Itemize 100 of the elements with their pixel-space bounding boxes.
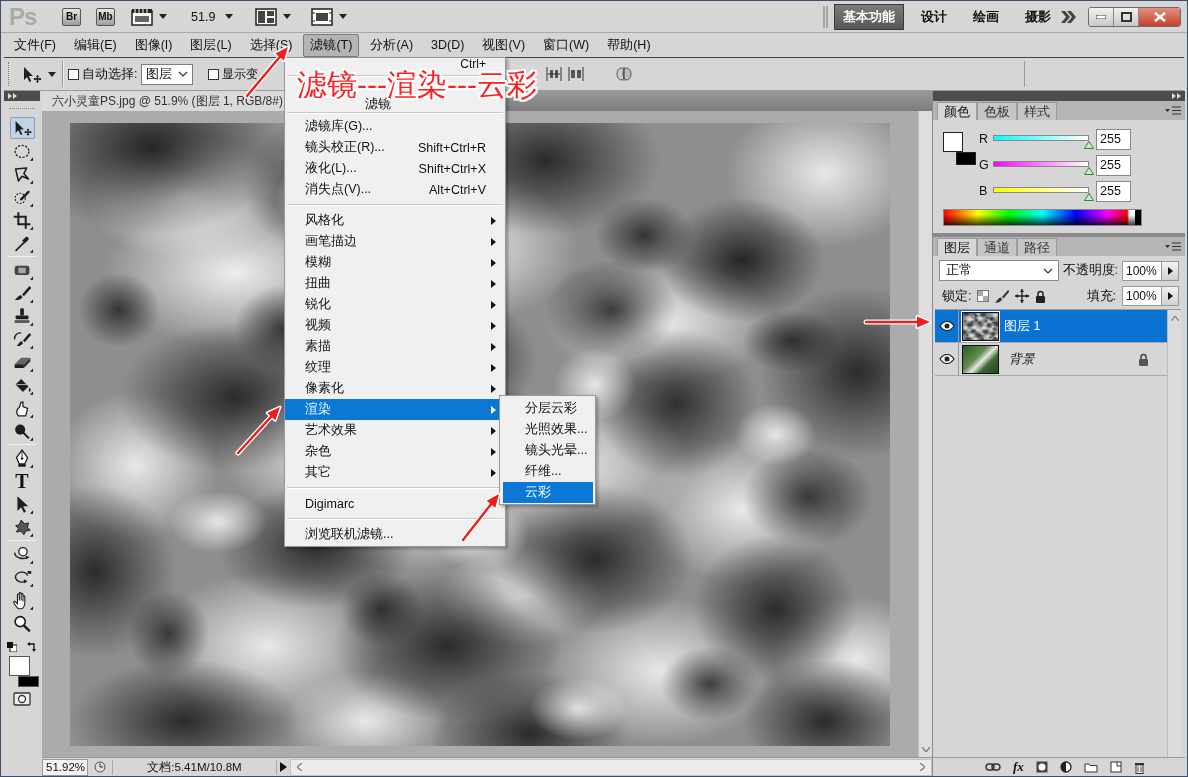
fill-field[interactable]: 100% bbox=[1122, 286, 1162, 306]
vertical-scrollbar[interactable] bbox=[1167, 310, 1181, 757]
move-icon[interactable] bbox=[21, 65, 43, 83]
double-chevron-icon[interactable] bbox=[1060, 10, 1076, 23]
horizontal-scrollbar[interactable] bbox=[290, 758, 932, 776]
menu-item[interactable]: 分层云彩 bbox=[503, 398, 593, 419]
opacity-field[interactable]: 100% bbox=[1122, 260, 1162, 281]
menu-item[interactable]: 文件(F) bbox=[7, 33, 63, 57]
value-field[interactable]: 255 bbox=[1096, 128, 1131, 150]
align-icon[interactable] bbox=[546, 66, 563, 82]
layer-row[interactable]: 背景 bbox=[935, 343, 1167, 376]
panel-tab[interactable]: 通道 bbox=[977, 238, 1017, 256]
submenu-item[interactable]: 像素化 bbox=[285, 378, 505, 399]
menu-item[interactable]: 窗口(W) bbox=[536, 33, 597, 57]
value-field[interactable]: 255 bbox=[1096, 180, 1131, 202]
layer-row[interactable]: 图层 1 bbox=[935, 310, 1167, 343]
panel-tab[interactable]: 图层 bbox=[937, 238, 977, 256]
move-arrows-icon[interactable] bbox=[1015, 289, 1030, 303]
fill-slider-button[interactable] bbox=[1162, 286, 1179, 306]
menu-item[interactable]: 图像(I) bbox=[127, 33, 180, 57]
bridge-button[interactable]: Br bbox=[62, 7, 81, 26]
value-field[interactable]: 255 bbox=[1096, 154, 1131, 176]
menu-item[interactable]: 液化(L)... Shift+Ctrl+X bbox=[285, 158, 505, 179]
menu-item[interactable]: 编辑(E) bbox=[66, 33, 124, 57]
collapse-icon[interactable] bbox=[8, 93, 17, 99]
checkbox[interactable] bbox=[68, 68, 79, 80]
menu-item[interactable]: 浏览联机滤镜... bbox=[285, 524, 403, 545]
panel-tab[interactable]: 颜色 bbox=[937, 102, 977, 120]
caret-icon[interactable] bbox=[339, 14, 348, 19]
panel-tab[interactable]: 样式 bbox=[1017, 102, 1057, 120]
minimize-button[interactable] bbox=[1089, 7, 1114, 26]
menu-item[interactable]: 纤维... bbox=[503, 461, 593, 482]
background-swatch-icon[interactable] bbox=[956, 152, 976, 165]
type-tool[interactable]: T bbox=[9, 470, 35, 492]
mask-icon[interactable] bbox=[1035, 761, 1048, 773]
workspace-button[interactable]: 设计 bbox=[912, 3, 956, 30]
target-dropdown[interactable]: 图层 bbox=[141, 63, 194, 85]
link-icon[interactable] bbox=[985, 763, 1001, 771]
menu-item[interactable]: 滤镜(T) bbox=[303, 33, 360, 57]
effects-button[interactable]: fx bbox=[1013, 759, 1024, 775]
checkbox[interactable] bbox=[208, 68, 220, 80]
menu-item[interactable]: 滤镜库(G)... bbox=[285, 116, 382, 137]
opacity-slider-button[interactable] bbox=[1162, 260, 1179, 281]
workspace-button[interactable]: 摄影 bbox=[1016, 3, 1060, 30]
zoom-dropdown[interactable]: 51.9 bbox=[191, 9, 216, 24]
eye-icon[interactable] bbox=[938, 321, 955, 331]
submenu-item[interactable]: 扭曲 bbox=[285, 273, 505, 294]
new-page-icon[interactable] bbox=[1109, 761, 1122, 773]
menu-item[interactable]: 帮助(H) bbox=[600, 33, 658, 57]
submenu-item[interactable]: 纹理 bbox=[285, 357, 505, 378]
mini-bridge-button[interactable]: Mb bbox=[96, 7, 115, 26]
submenu-item[interactable]: 模糊 bbox=[285, 252, 505, 273]
padlock-icon[interactable] bbox=[1035, 289, 1047, 303]
layout-icon[interactable] bbox=[255, 7, 278, 26]
half-circle-icon[interactable] bbox=[1059, 761, 1072, 773]
menu-item[interactable]: 消失点(V)... Alt+Ctrl+V bbox=[285, 179, 505, 200]
menu-item[interactable]: Ctrl+ bbox=[460, 58, 486, 71]
vertical-scrollbar[interactable] bbox=[918, 111, 932, 757]
panel-tab[interactable]: 路径 bbox=[1017, 238, 1057, 256]
panel-tab[interactable]: 色板 bbox=[977, 102, 1017, 120]
slider-thumb[interactable] bbox=[1084, 167, 1094, 175]
move-icon[interactable] bbox=[9, 117, 35, 139]
auto-align-icon[interactable] bbox=[616, 66, 633, 82]
frame-icon[interactable] bbox=[311, 7, 334, 26]
quick-mask-icon[interactable] bbox=[13, 692, 31, 706]
menu-item[interactable]: Digimarc bbox=[285, 493, 364, 514]
menu-item[interactable]: 滤镜 bbox=[365, 98, 391, 111]
caret-icon[interactable] bbox=[225, 14, 234, 19]
submenu-item[interactable]: 视频 bbox=[285, 315, 505, 336]
submenu-item[interactable]: 风格化 bbox=[285, 210, 505, 231]
submenu-item[interactable]: 素描 bbox=[285, 336, 505, 357]
foreground-swatch-icon[interactable] bbox=[943, 132, 963, 152]
workspace-button[interactable]: 基本功能 bbox=[834, 3, 904, 30]
menu-item[interactable]: 镜头光晕... bbox=[503, 440, 593, 461]
background-swatch-icon[interactable] bbox=[18, 676, 39, 687]
triangle-right-icon[interactable] bbox=[280, 762, 287, 772]
panel-menu-icon[interactable] bbox=[1165, 106, 1181, 115]
foreground-swatch-icon[interactable] bbox=[9, 656, 30, 676]
dial-icon[interactable] bbox=[94, 761, 106, 773]
zoom-field[interactable]: 51.92% bbox=[42, 758, 88, 776]
close-button[interactable] bbox=[1139, 7, 1180, 26]
slider-thumb[interactable] bbox=[1084, 141, 1094, 149]
workspace-button[interactable]: 绘画 bbox=[964, 3, 1008, 30]
caret-icon[interactable] bbox=[159, 14, 167, 19]
align-icon[interactable] bbox=[568, 66, 585, 82]
default-colors-icon[interactable] bbox=[7, 642, 17, 652]
swap-colors-icon[interactable] bbox=[27, 642, 37, 652]
trash-icon[interactable] bbox=[1133, 760, 1145, 774]
menu-item[interactable]: 3D(D) bbox=[424, 35, 472, 55]
menu-item[interactable]: 云彩 bbox=[503, 482, 593, 503]
color-spectrum[interactable] bbox=[943, 209, 1142, 226]
eye-icon[interactable] bbox=[938, 354, 955, 364]
checkerboard-icon[interactable] bbox=[977, 290, 990, 302]
collapse-icon[interactable] bbox=[1172, 93, 1181, 99]
caret-icon[interactable] bbox=[48, 71, 56, 77]
film-strip-icon[interactable] bbox=[131, 7, 153, 26]
brush-icon[interactable] bbox=[995, 289, 1010, 303]
maximize-button[interactable] bbox=[1114, 7, 1139, 26]
submenu-item[interactable]: 画笔描边 bbox=[285, 231, 505, 252]
folder-icon[interactable] bbox=[1083, 761, 1098, 773]
